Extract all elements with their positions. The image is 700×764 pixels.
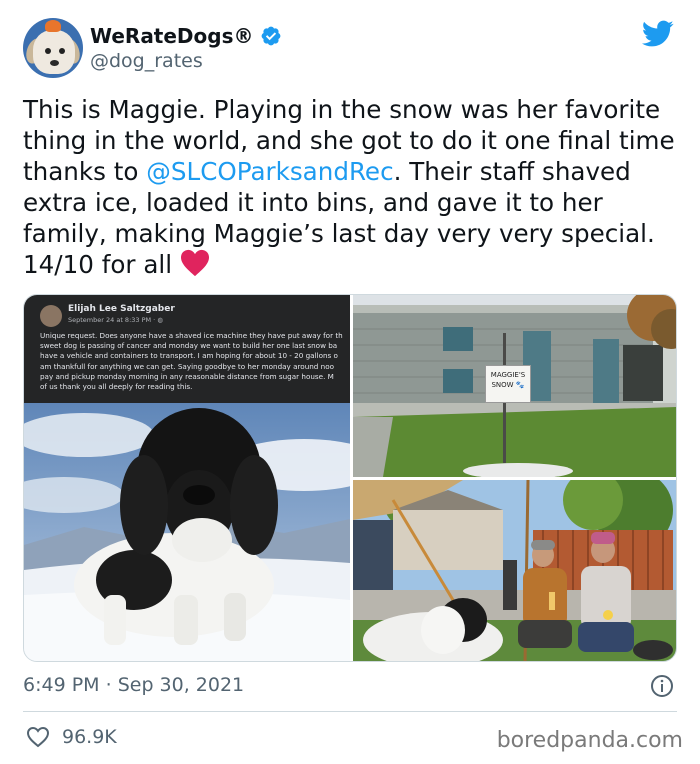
family-photo bbox=[353, 480, 676, 661]
fb-date-text: September 24 at 8:33 PM · bbox=[68, 316, 158, 324]
twitter-logo-icon[interactable] bbox=[642, 20, 674, 48]
photo-maggies-snow-sign[interactable]: MAGGIE'S SNOW 🐾 bbox=[353, 295, 676, 477]
fb-line: Unique request. Does anyone have a shave… bbox=[40, 331, 343, 340]
maggies-snow-sign: MAGGIE'S SNOW 🐾 bbox=[485, 365, 531, 403]
avatar-nose bbox=[50, 60, 59, 66]
tweet-time[interactable]: 6:49 PM bbox=[23, 674, 100, 696]
like-button[interactable]: 96.9K bbox=[26, 726, 117, 748]
mention-link[interactable]: @SLCOParksandRec bbox=[146, 157, 393, 186]
handle[interactable]: @dog_rates bbox=[90, 50, 203, 72]
avatar-dog-face bbox=[33, 30, 75, 74]
watermark: boredpanda.com bbox=[496, 728, 683, 753]
like-count: 96.9K bbox=[62, 726, 117, 748]
heart-outline-icon bbox=[26, 726, 50, 748]
globe-icon: ◍ bbox=[157, 316, 163, 324]
fb-line: am thankfull for anything we can get. Sa… bbox=[40, 361, 335, 371]
photo-family-with-maggie[interactable] bbox=[353, 480, 676, 661]
fb-line: pay and pickup monday morning in any rea… bbox=[40, 371, 334, 381]
fb-post-body: Unique request. Does anyone have a shave… bbox=[40, 331, 350, 392]
fb-avatar bbox=[40, 305, 62, 327]
verified-badge-icon bbox=[261, 26, 280, 46]
fb-line: have a vehicle and containers to transpo… bbox=[40, 351, 338, 361]
avatar-eye bbox=[45, 48, 51, 54]
author-name-row[interactable]: WeRateDogs® bbox=[90, 24, 282, 48]
tweet-date[interactable]: Sep 30, 2021 bbox=[118, 674, 244, 696]
fb-line: of us thank you all deeply for reading t… bbox=[40, 382, 193, 392]
facebook-post-screenshot: Elijah Lee Saltzgaber September 24 at 8:… bbox=[24, 295, 350, 403]
tweet-text: This is Maggie. Playing in the snow was … bbox=[23, 94, 683, 280]
red-heart-emoji-icon bbox=[180, 249, 209, 277]
sign-line-2: SNOW 🐾 bbox=[486, 380, 530, 390]
avatar-hat bbox=[45, 20, 61, 32]
fb-post-date: September 24 at 8:33 PM · ◍ bbox=[68, 316, 163, 324]
divider bbox=[23, 711, 677, 712]
media-grid[interactable]: Elijah Lee Saltzgaber September 24 at 8:… bbox=[23, 294, 677, 662]
avatar-eye bbox=[59, 48, 65, 54]
avatar[interactable] bbox=[23, 18, 83, 78]
display-name[interactable]: WeRateDogs® bbox=[90, 24, 254, 48]
paw-icon: 🐾 bbox=[515, 381, 525, 389]
meta-separator: · bbox=[99, 674, 118, 696]
sign-line-1: MAGGIE'S bbox=[490, 371, 526, 379]
tweet-timestamp[interactable]: 6:49 PM · Sep 30, 2021 bbox=[23, 674, 244, 696]
info-icon[interactable] bbox=[650, 674, 674, 698]
fb-author-name: Elijah Lee Saltzgaber bbox=[68, 304, 175, 314]
photo-dog-in-snow[interactable]: Elijah Lee Saltzgaber September 24 at 8:… bbox=[24, 295, 350, 661]
sign-line-2-text: SNOW bbox=[491, 381, 514, 389]
fb-line: sweet dog is passing of cancer and monda… bbox=[40, 341, 338, 351]
